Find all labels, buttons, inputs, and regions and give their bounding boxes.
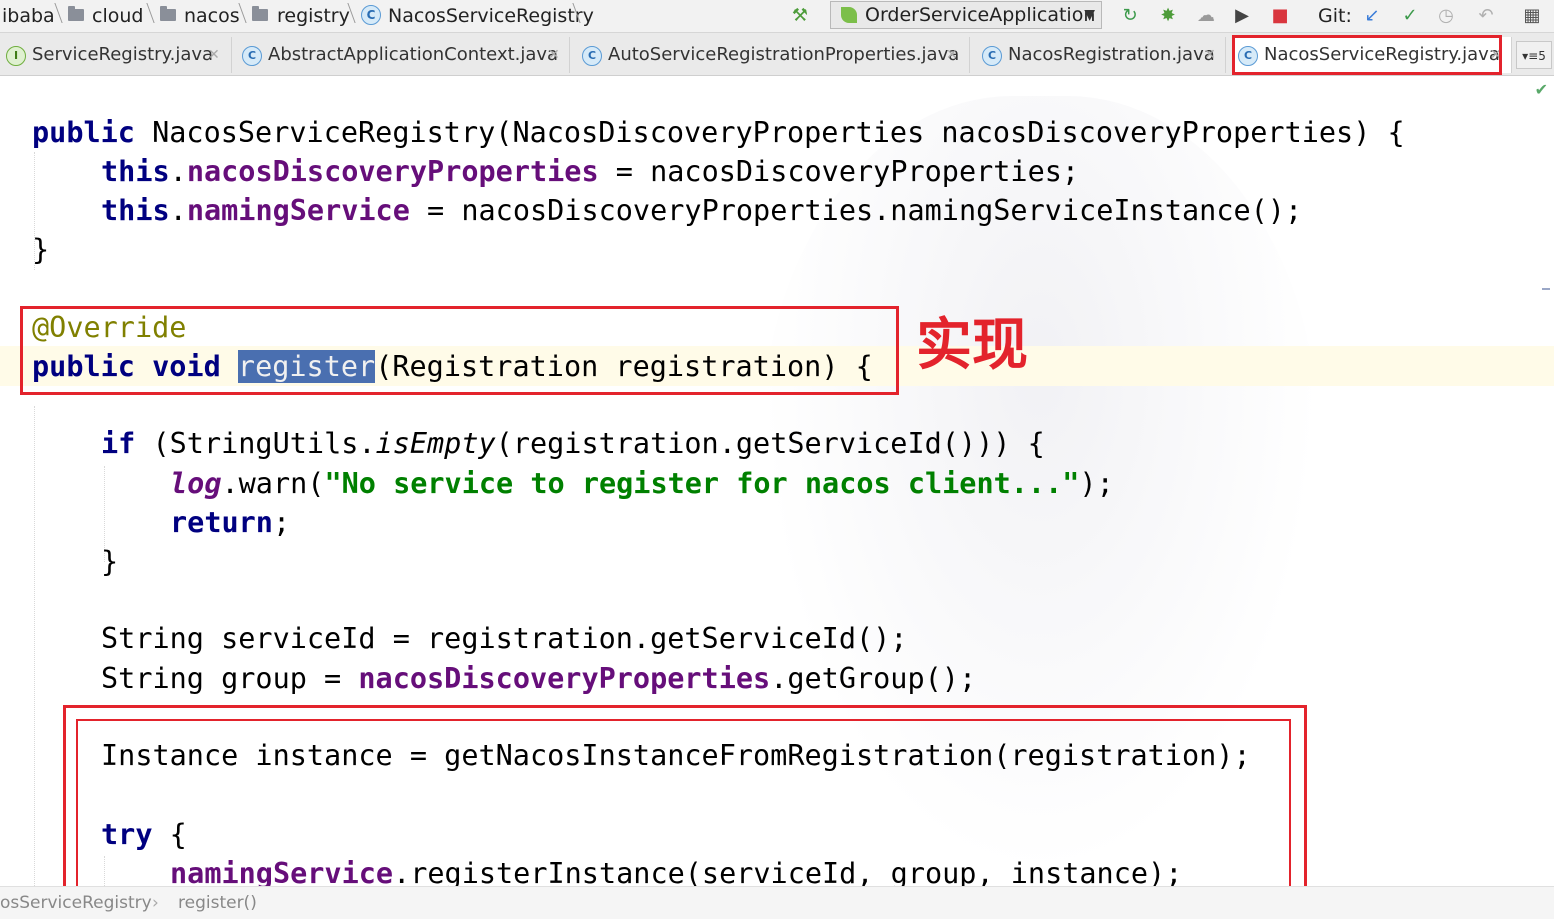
close-icon[interactable]: ✕ — [946, 37, 958, 73]
code-line: String serviceId = registration.getServi… — [101, 622, 908, 655]
project-structure-icon[interactable]: ▦ — [1520, 4, 1544, 28]
class-icon: C — [361, 5, 381, 25]
run-configuration-label: OrderServiceApplication — [865, 4, 1096, 26]
tab-label: ServiceRegistry.java — [32, 44, 214, 65]
breadcrumb-item[interactable]: ibaba — [2, 4, 55, 28]
git-commit-icon[interactable]: ✓ — [1398, 4, 1422, 28]
folder-icon — [252, 6, 268, 21]
navigation-bar: ibaba cloud nacos registry C NacosServic… — [0, 0, 1554, 33]
tab-label: AbstractApplicationContext.java — [268, 44, 559, 65]
tab-service-registry[interactable]: I ServiceRegistry.java ✕ — [0, 37, 232, 73]
code-line: } — [101, 545, 119, 578]
run-configuration-select[interactable]: OrderServiceApplication ▼ — [830, 1, 1102, 29]
code-line: log.warn("No service to register for nac… — [170, 467, 1114, 500]
breadcrumb-item[interactable]: cloud — [92, 4, 143, 28]
close-icon[interactable]: ✕ — [548, 37, 560, 73]
git-history-icon[interactable]: ◷ — [1434, 4, 1458, 28]
tab-auto-service-registration-properties[interactable]: C AutoServiceRegistrationProperties.java… — [576, 37, 970, 73]
breadcrumb-item[interactable]: NacosServiceRegistry — [388, 4, 594, 28]
breadcrumb-item[interactable]: registry — [277, 4, 350, 28]
code-line: this.namingService = nacosDiscoveryPrope… — [101, 194, 1303, 227]
tab-overflow-count: 5 — [1538, 49, 1546, 63]
close-icon[interactable]: ✕ — [208, 37, 220, 73]
folder-icon — [68, 6, 84, 21]
git-label: Git: — [1318, 5, 1352, 27]
profile-icon[interactable]: ▶ — [1230, 4, 1254, 28]
tab-overflow-button[interactable]: ▾≡5 — [1516, 41, 1552, 69]
spring-leaf-icon — [841, 7, 857, 23]
rerun-icon[interactable]: ↻ — [1118, 4, 1142, 28]
editor-breadcrumb-bar: osServiceRegistry › register() — [0, 886, 1554, 919]
code-line: public NacosServiceRegistry(NacosDiscove… — [32, 116, 1405, 149]
active-tab-highlight-box — [1232, 35, 1502, 75]
footer-method-crumb[interactable]: register() — [178, 893, 257, 913]
class-icon: C — [242, 46, 262, 66]
chevron-down-icon: ▼ — [1084, 7, 1095, 23]
footer-separator-icon: › — [152, 893, 159, 913]
annotation-note: 实现 — [916, 313, 1028, 378]
tab-abstract-application-context[interactable]: C AbstractApplicationContext.java ✕ — [236, 37, 570, 73]
debug-bug-icon[interactable]: ✸ — [1156, 4, 1180, 28]
indent-guide — [34, 406, 35, 886]
class-icon: C — [982, 46, 1002, 66]
coverage-icon[interactable]: ☁ — [1194, 4, 1218, 28]
code-line: if (StringUtils.isEmpty(registration.get… — [101, 427, 1045, 460]
code-line: this.nacosDiscoveryProperties = nacosDis… — [101, 155, 1080, 188]
code-line: String group = nacosDiscoveryProperties.… — [101, 662, 977, 695]
stop-icon[interactable]: ■ — [1268, 4, 1292, 28]
build-hammer-icon[interactable]: ⚒ — [788, 4, 812, 28]
interface-icon: I — [6, 46, 26, 66]
scroll-marker — [1542, 288, 1550, 290]
git-revert-icon[interactable]: ↶ — [1474, 4, 1498, 28]
tab-label: NacosRegistration.java — [1008, 44, 1215, 65]
code-line: return; — [170, 506, 291, 539]
override-method-highlight-box — [20, 306, 899, 395]
tab-label: AutoServiceRegistrationProperties.java — [608, 44, 960, 65]
folder-icon — [160, 6, 176, 21]
register-instance-inner-box — [76, 719, 1291, 893]
footer-class-crumb[interactable]: osServiceRegistry — [0, 893, 152, 913]
git-update-icon[interactable]: ↙ — [1360, 4, 1384, 28]
class-icon: C — [582, 46, 602, 66]
tab-nacos-registration[interactable]: C NacosRegistration.java ✕ — [976, 37, 1226, 73]
inspection-ok-icon: ✔ — [1534, 80, 1548, 99]
close-icon[interactable]: ✕ — [1204, 37, 1216, 73]
code-line: } — [32, 233, 50, 266]
